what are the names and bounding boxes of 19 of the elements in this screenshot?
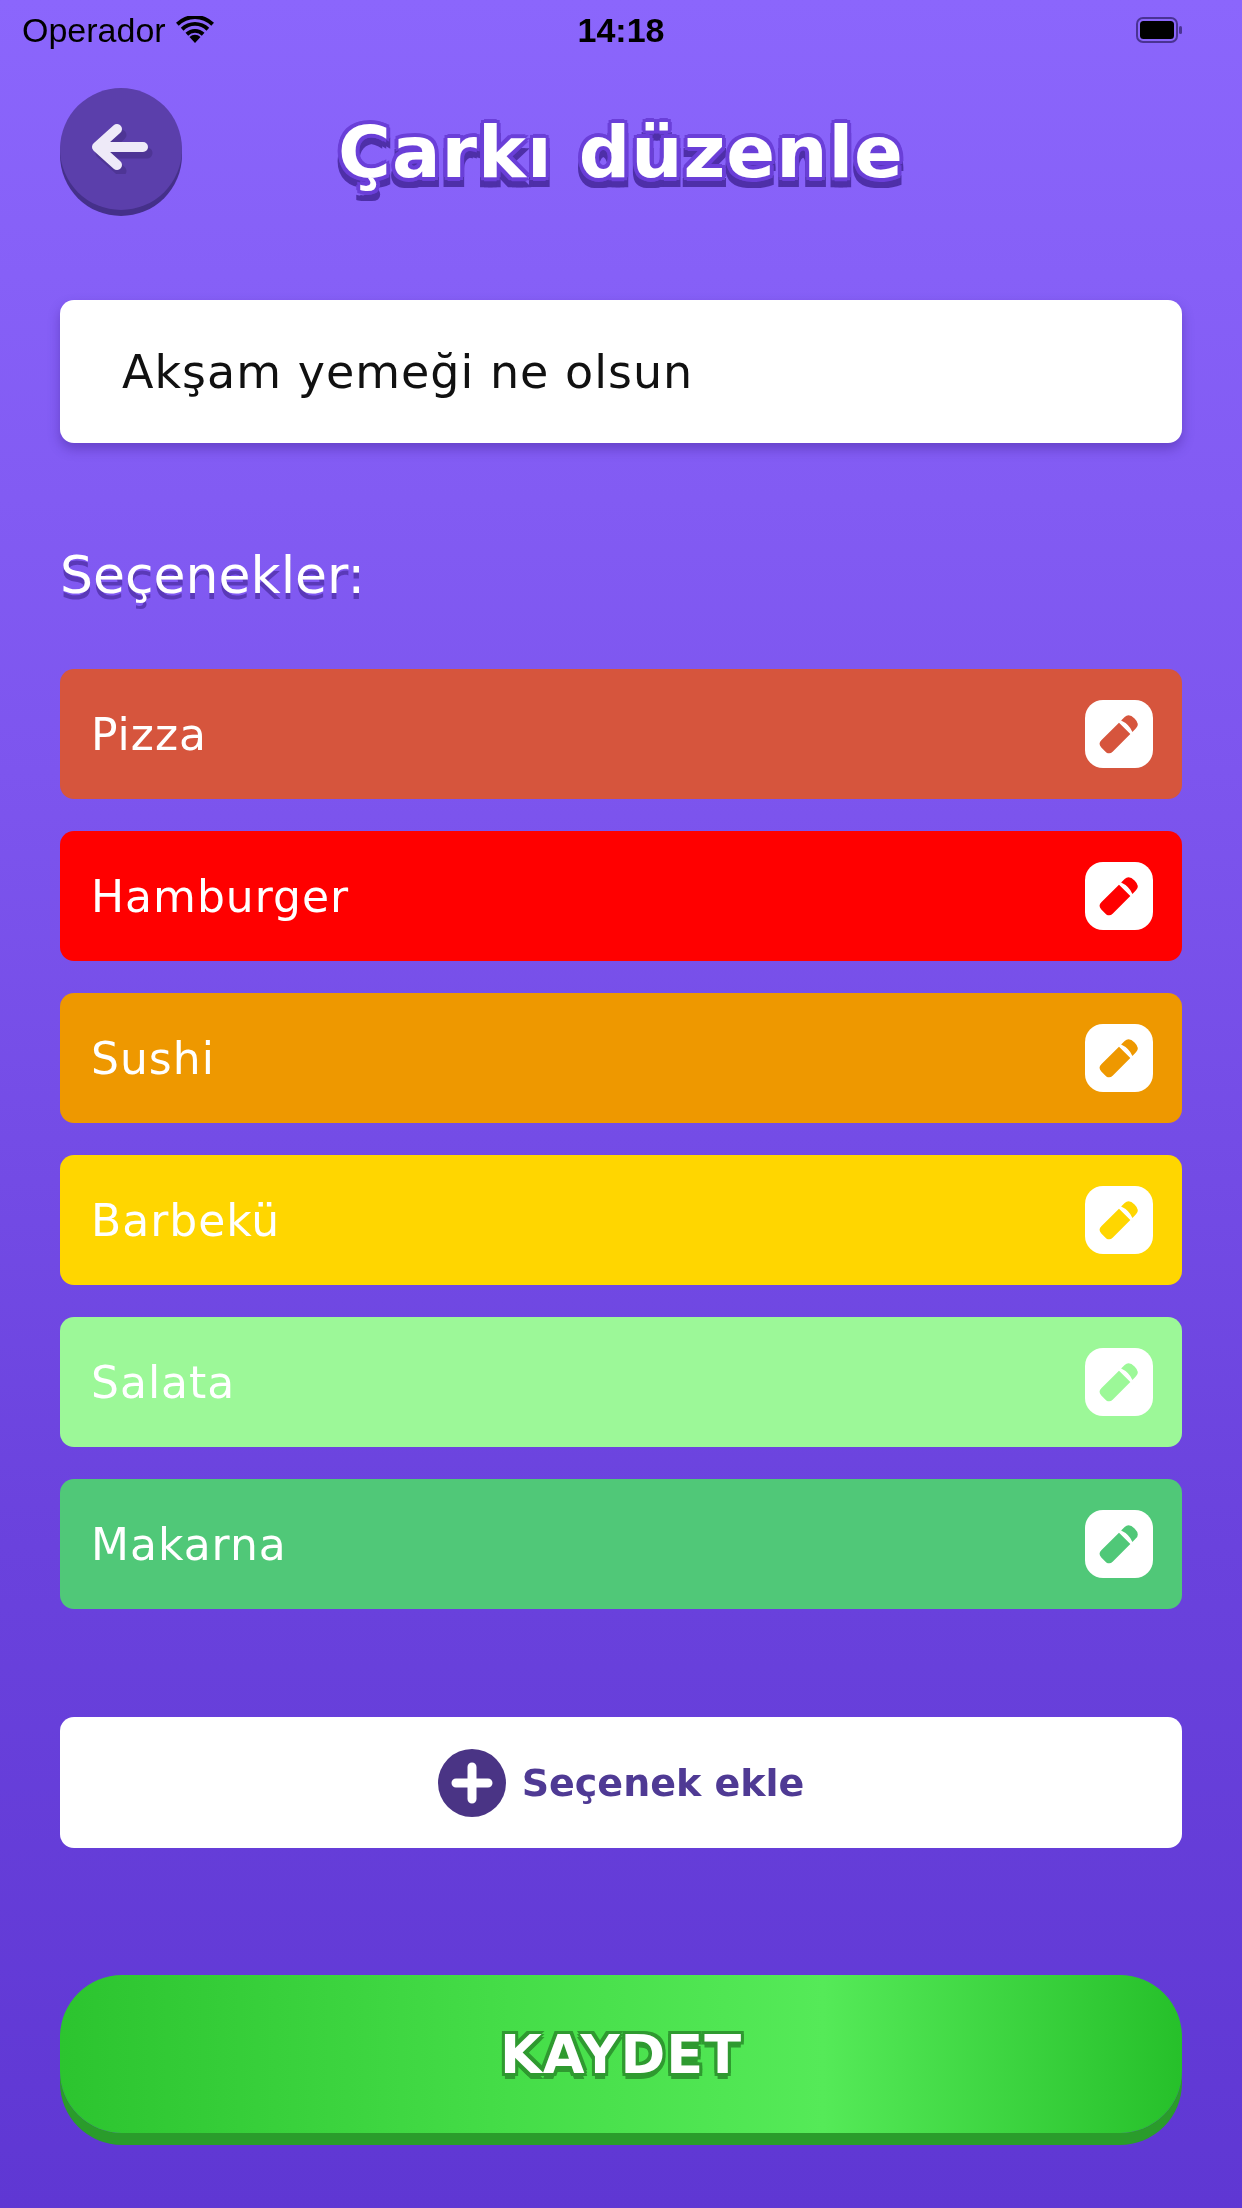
battery-icon xyxy=(1136,17,1182,43)
carrier-name: Operador xyxy=(22,10,166,50)
status-time: 14:18 xyxy=(577,10,665,50)
plus-icon xyxy=(437,1748,506,1817)
option-label: Sushi xyxy=(91,1032,215,1084)
option-label: Barbekü xyxy=(91,1194,281,1246)
wifi-icon xyxy=(175,16,214,44)
option-label: Salata xyxy=(91,1356,236,1408)
pencil-edit-icon[interactable] xyxy=(1085,1024,1153,1092)
pencil-edit-icon[interactable] xyxy=(1085,862,1153,930)
pencil-edit-icon[interactable] xyxy=(1085,1510,1153,1578)
wheel-name-field[interactable]: Akşam yemeği ne olsun xyxy=(60,300,1182,443)
pencil-edit-icon[interactable] xyxy=(1085,700,1153,768)
add-option-button[interactable]: Seçenek ekle xyxy=(60,1717,1182,1848)
options-heading: Seçenekler: xyxy=(60,544,366,607)
left-arrow-icon xyxy=(89,124,153,174)
option-label: Pizza xyxy=(91,708,207,760)
option-label: Hamburger xyxy=(91,870,350,922)
option-label: Makarna xyxy=(91,1518,287,1570)
